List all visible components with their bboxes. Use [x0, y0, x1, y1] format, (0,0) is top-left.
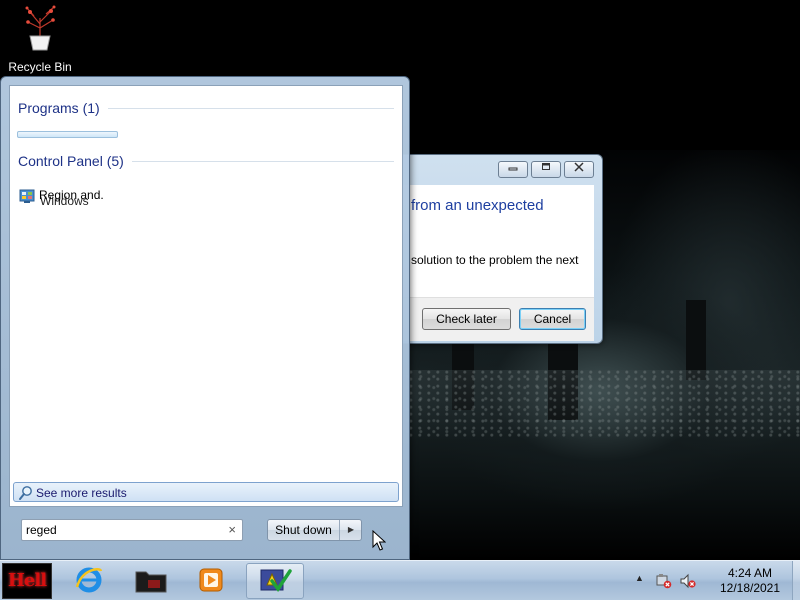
program-result-item[interactable]	[17, 131, 118, 138]
internet-explorer-icon	[74, 565, 104, 598]
dialog-heading: from an unexpected	[411, 197, 544, 214]
taskbar: Hell ▲ 4:24 AM 12/18/2021	[0, 560, 800, 600]
start-search-box[interactable]: ×	[21, 519, 243, 541]
mouse-cursor-icon	[372, 529, 387, 552]
taskbar-clock[interactable]: 4:24 AM 12/18/2021	[708, 566, 792, 596]
dialog-content: from an unexpected solution to the probl…	[389, 185, 594, 297]
start-menu: Programs (1) Control Panel (5) Windows R…	[0, 76, 410, 560]
maximize-button[interactable]	[531, 161, 561, 178]
group-header-programs: Programs (1)	[18, 100, 394, 116]
programs-header-label: Programs (1)	[18, 100, 100, 116]
shutdown-options-arrow[interactable]: ▶	[341, 520, 361, 540]
start-button-logo: Hell	[7, 570, 47, 591]
error-dialog-window[interactable]: from an unexpected solution to the probl…	[380, 154, 603, 344]
photo-editor-icon	[258, 565, 292, 598]
folder-icon	[134, 566, 168, 597]
recycle-bin-icon	[18, 4, 62, 54]
header-divider	[131, 160, 394, 162]
start-button[interactable]: Hell	[2, 563, 52, 599]
volume-muted-icon[interactable]	[680, 573, 696, 589]
taskbar-item-folder[interactable]	[122, 563, 180, 599]
dialog-message: solution to the problem the next	[411, 253, 579, 267]
header-divider	[107, 107, 394, 109]
close-icon	[574, 162, 584, 175]
window-controls	[498, 161, 594, 178]
wallpaper-tree-trunk	[686, 300, 706, 380]
taskbar-item-internet-explorer[interactable]	[60, 563, 118, 599]
search-icon	[18, 485, 34, 501]
close-button[interactable]	[564, 161, 594, 178]
desktop-icon-recycle-bin[interactable]: Recycle Bin	[4, 4, 76, 74]
taskbar-item-media-player[interactable]	[182, 563, 240, 599]
shutdown-button-group: Shut down ▶	[267, 519, 362, 541]
cancel-button[interactable]: Cancel	[519, 308, 586, 330]
check-later-button[interactable]: Check later	[422, 308, 511, 330]
result-item-label: Region and.	[39, 188, 104, 202]
action-center-icon[interactable]	[656, 573, 672, 589]
minimize-icon	[508, 164, 518, 175]
search-input[interactable]	[26, 522, 216, 538]
see-more-results-link[interactable]: See more results	[13, 482, 399, 502]
control-panel-result-item[interactable]: Windows Region and.	[19, 186, 139, 208]
clear-search-icon[interactable]: ×	[228, 522, 236, 537]
dialog-footer: Check later Cancel	[389, 297, 594, 341]
shutdown-button[interactable]: Shut down	[268, 520, 340, 540]
group-header-control-panel: Control Panel (5)	[18, 153, 394, 169]
recycle-bin-label: Recycle Bin	[8, 60, 72, 74]
clock-date: 12/18/2021	[719, 581, 781, 595]
control-panel-header-label: Control Panel (5)	[18, 153, 124, 169]
wallpaper-ground	[400, 370, 800, 440]
maximize-icon	[541, 163, 551, 175]
control-panel-icon	[19, 188, 35, 204]
search-results-pane: Programs (1) Control Panel (5) Windows R…	[9, 85, 403, 507]
system-tray: ▲ 4:24 AM 12/18/2021	[630, 561, 800, 600]
show-desktop-button[interactable]	[792, 561, 800, 600]
media-player-icon	[197, 566, 225, 597]
minimize-button[interactable]	[498, 161, 528, 178]
see-more-results-label: See more results	[36, 486, 127, 500]
clock-time: 4:24 AM	[727, 566, 773, 580]
show-hidden-icons-button[interactable]: ▲	[635, 573, 644, 583]
taskbar-item-photo-editor[interactable]	[246, 563, 304, 599]
